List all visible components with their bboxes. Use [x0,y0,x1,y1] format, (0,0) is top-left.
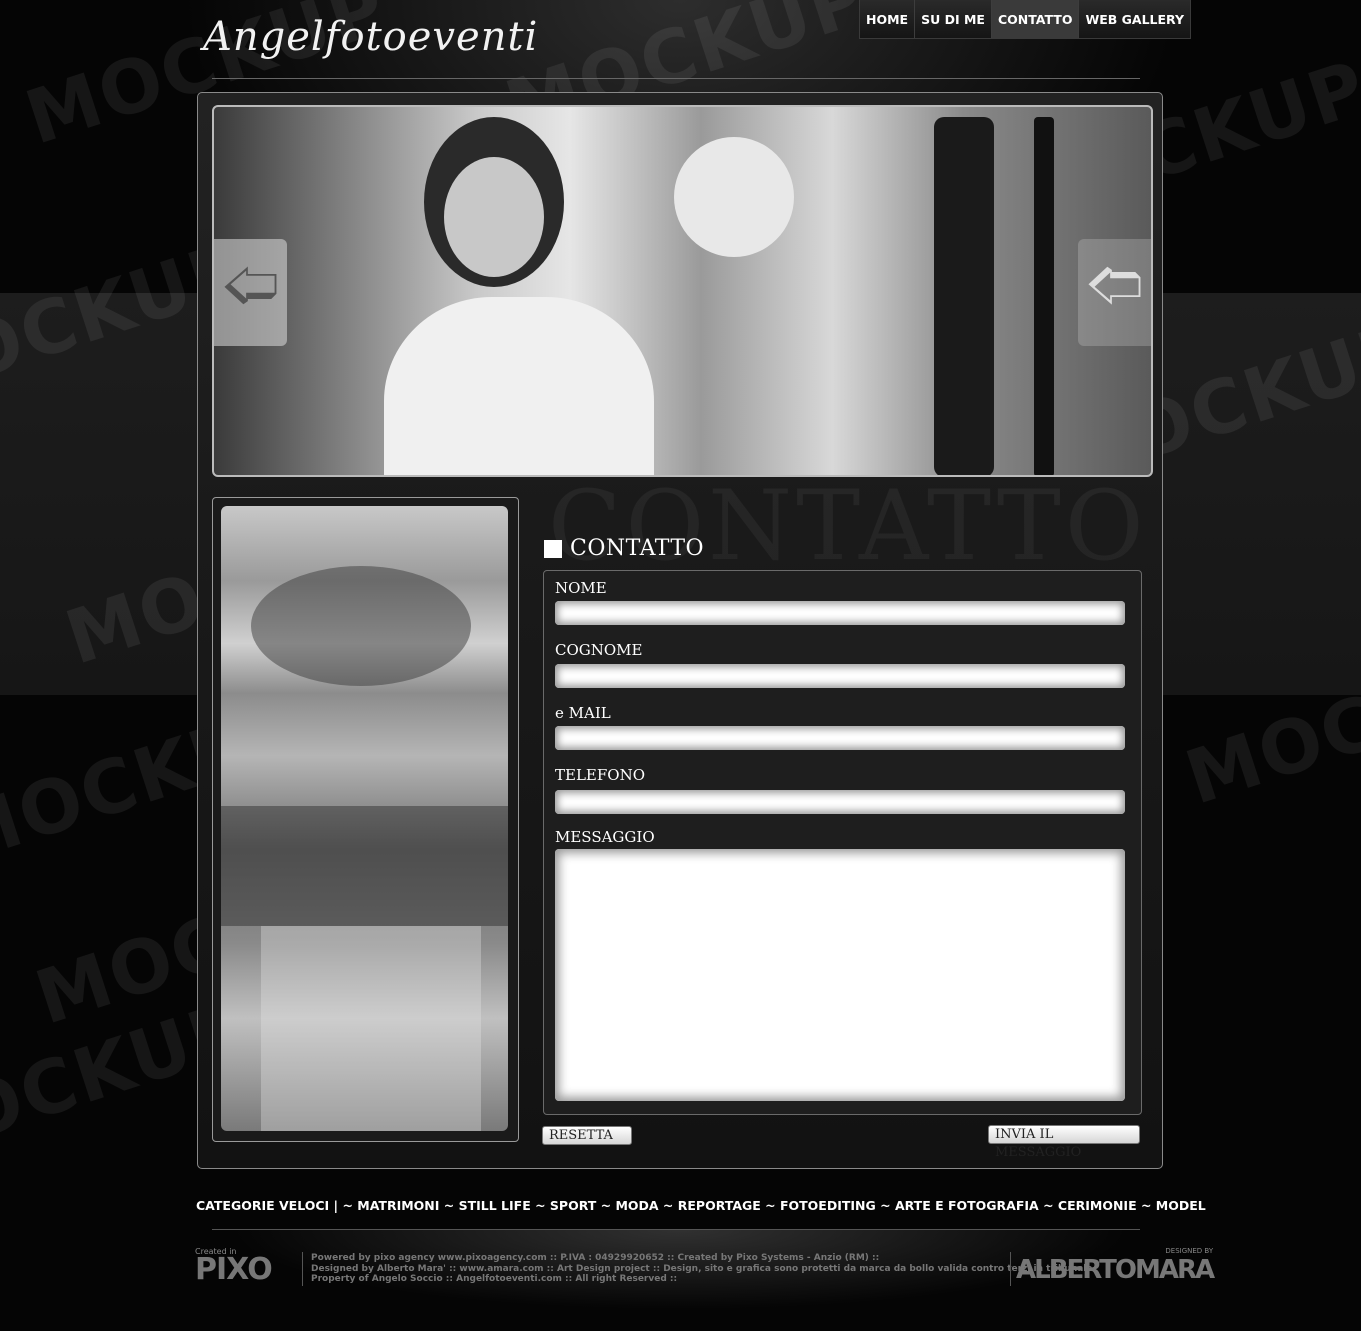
designer-logo[interactable]: DESIGNED BY ALBERTOMARA [1016,1247,1215,1285]
designer-logo-text: ALBERTOMARA [1016,1255,1215,1285]
footer-divider-left [302,1252,303,1286]
square-icon [544,539,562,558]
reset-button[interactable]: RESETTA [542,1126,632,1145]
submit-button[interactable]: INVIA IL MESSAGGIO [988,1125,1140,1160]
nav-web-gallery[interactable]: WEB GALLERY [1079,0,1190,38]
contact-form: NOME COGNOME e MAIL TELEFONO MESSAGGIO [543,570,1142,1115]
footer-credits: Powered by pixo agency www.pixoagency.co… [311,1253,1093,1285]
messaggio-label: MESSAGGIO [555,828,655,846]
footer-divider-right [1010,1252,1011,1286]
header-divider [212,78,1140,79]
credits-line-2: Designed by Alberto Mara' :: www.amara.c… [311,1263,1093,1274]
main-nav: HOME SU DI ME CONTATTO WEB GALLERY [859,0,1192,39]
portrait-photo [221,506,508,1131]
section-title: CONTATTO [544,536,704,561]
nome-field[interactable] [555,601,1125,625]
section-bg-word: CONTATTO [548,470,1148,582]
portrait-photo-detail [221,806,508,926]
section-title-label: CONTATTO [570,536,705,561]
cognome-field[interactable] [555,664,1125,688]
pixo-logo-text: PIXO [195,1252,273,1287]
photo-slider: 🢠 🢢 [212,105,1153,477]
quick-categories[interactable]: CATEGORIE VELOCI | ~ MATRIMONI ~ STILL L… [196,1198,1206,1213]
telefono-field[interactable] [555,790,1125,814]
slider-photo-detail [674,137,794,257]
nav-home[interactable]: HOME [860,0,916,38]
messaggio-textarea[interactable] [555,849,1125,1101]
credits-line-3: Property of Angelo Soccio :: Angelfotoev… [311,1274,678,1284]
slider-prev-button[interactable]: 🢠 [214,239,287,346]
slider-photo-detail [384,297,654,475]
credits-line-1: Powered by pixo agency www.pixoagency.co… [311,1253,880,1263]
slider-photo-detail [1034,117,1054,475]
email-label: e MAIL [555,704,611,722]
email-field[interactable] [555,726,1125,750]
site-logo[interactable]: Angelfotoeventi [203,14,538,60]
arrow-left-icon: 🢠 [221,253,280,318]
portrait-photo-detail [261,926,481,1131]
nav-contatto[interactable]: CONTATTO [991,0,1080,38]
pixo-logo[interactable]: Created in PIXO [195,1247,273,1287]
cognome-label: COGNOME [555,641,643,659]
telefono-label: TELEFONO [555,766,645,784]
nav-su-di-me[interactable]: SU DI ME [915,0,992,38]
portrait-frame [212,497,519,1142]
slider-photo-detail [444,157,544,277]
slider-next-button[interactable]: 🢢 [1078,239,1151,346]
designed-by-label: DESIGNED BY [1165,1247,1214,1255]
arrow-right-icon: 🢢 [1085,253,1144,318]
slider-photo-detail [934,117,994,475]
nome-label: NOME [555,579,607,597]
portrait-photo-detail [251,566,471,686]
